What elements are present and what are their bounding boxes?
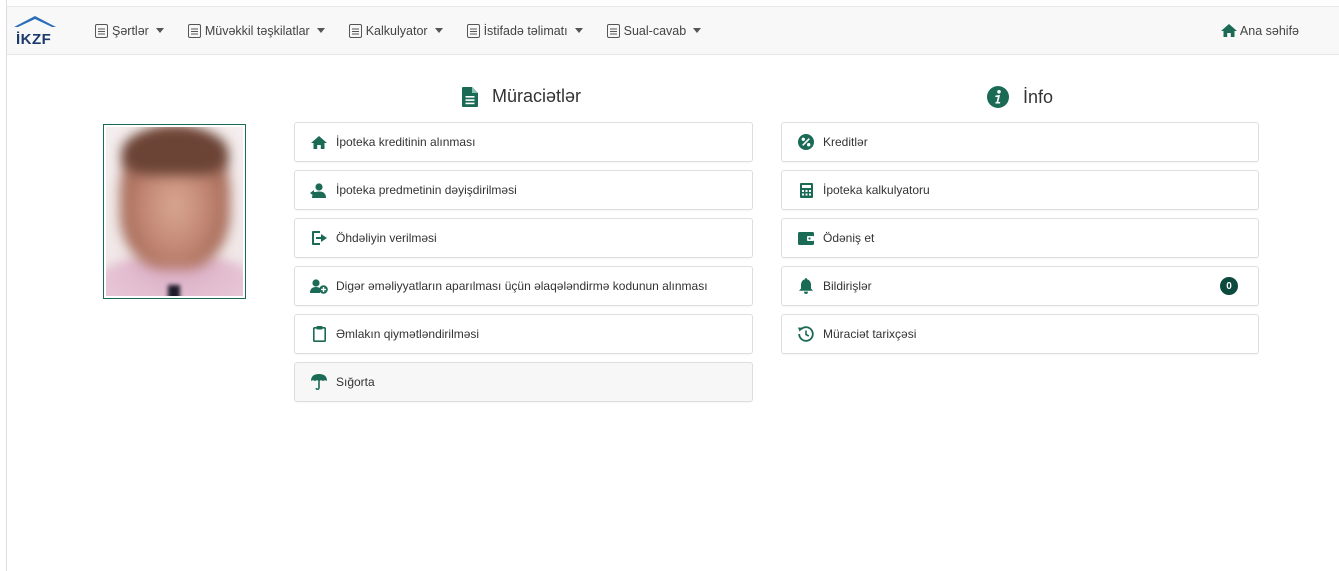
- list-item-odenis-et[interactable]: Ödəniş et: [781, 218, 1259, 258]
- list-item-label: Sığorta: [336, 375, 375, 389]
- document-icon: [348, 23, 362, 38]
- info-circle-icon: [987, 86, 1009, 108]
- document-icon: [466, 23, 480, 38]
- list-item-label: Öhdəliyin verilməsi: [336, 231, 437, 245]
- nav-item-muvekkil[interactable]: Müvəkkil təşkilatlar: [187, 7, 325, 54]
- nav-item-label: Kalkulyator: [365, 23, 428, 38]
- list-item-label: İpoteka predmetinin dəyişdirilməsi: [336, 183, 517, 197]
- list-item-sigorta[interactable]: Sığorta: [294, 362, 753, 402]
- sign-out-icon: [310, 230, 328, 246]
- list-item-muraciet-tarixcesi[interactable]: Müraciət tarixçəsi: [781, 314, 1259, 354]
- nav-item-label: İstifadə təlimatı: [483, 23, 568, 38]
- applications-heading: Müraciətlər: [462, 86, 581, 107]
- caret-down-icon: [574, 28, 583, 33]
- user-plus-icon: [310, 278, 328, 294]
- home-icon: [1220, 24, 1237, 37]
- list-item-label: Digər əməliyyatların aparılması üçün əla…: [336, 279, 708, 293]
- info-list: Kreditlər İpoteka kalkulyatoru Ödəniş et…: [781, 122, 1259, 362]
- list-item-kreditler[interactable]: Kreditlər: [781, 122, 1259, 162]
- profile-photo-image: [106, 127, 243, 296]
- list-item-ipoteka-krediti[interactable]: İpoteka kreditinin alınması: [294, 122, 753, 162]
- nav-item-kalkulyator[interactable]: Kalkulyator: [348, 7, 443, 54]
- file-text-icon: [462, 86, 478, 107]
- wallet-icon: [797, 230, 815, 246]
- nav-menu: Şərtlər Müvəkkil təşkilatlar Kalkulyator…: [95, 7, 725, 54]
- document-icon: [187, 23, 201, 38]
- caret-down-icon: [693, 28, 702, 33]
- nav-item-label: Şərtlər: [112, 23, 149, 38]
- caret-down-icon: [155, 28, 164, 33]
- home-icon: [310, 134, 328, 150]
- list-item-ipoteka-kalkulyatoru[interactable]: İpoteka kalkulyatoru: [781, 170, 1259, 210]
- nav-item-label: Sual-cavab: [623, 23, 687, 38]
- roof-icon: [14, 16, 56, 27]
- list-item-elaqelendirme-kodu[interactable]: Digər əməliyyatların aparılması üçün əla…: [294, 266, 753, 306]
- list-item-label: Bildirişlər: [823, 279, 872, 293]
- info-title: İnfo: [1023, 86, 1054, 107]
- home-link[interactable]: Ana səhifə: [1220, 7, 1299, 54]
- list-item-bildirisler[interactable]: Bildirişlər 0: [781, 266, 1259, 306]
- calculator-icon: [797, 182, 815, 198]
- caret-down-icon: [316, 28, 325, 33]
- nav-item-sual-cavab[interactable]: Sual-cavab: [606, 7, 702, 54]
- info-heading: İnfo: [987, 86, 1053, 108]
- logo-text: İKZF: [16, 31, 52, 48]
- history-icon: [797, 326, 815, 342]
- applications-title: Müraciətlər: [492, 86, 582, 106]
- clipboard-icon: [310, 326, 328, 342]
- percent-icon: [797, 134, 815, 150]
- ikzf-logo[interactable]: İKZF: [14, 13, 56, 51]
- nav-item-label: Müvəkkil təşkilatlar: [204, 23, 310, 38]
- profile-photo: [103, 124, 246, 299]
- applications-list: İpoteka kreditinin alınması İpoteka pred…: [294, 122, 753, 410]
- list-item-label: İpoteka kalkulyatoru: [823, 183, 930, 197]
- home-link-label: Ana səhifə: [1239, 23, 1299, 38]
- caret-down-icon: [434, 28, 443, 33]
- top-navbar: İKZF Şərtlər Müvəkkil təşkilatlar Kalkul…: [7, 7, 1339, 55]
- bell-icon: [797, 278, 815, 294]
- list-item-label: Müraciət tarixçəsi: [823, 327, 917, 341]
- nav-item-sertler[interactable]: Şərtlər: [95, 7, 164, 54]
- list-item-label: İpoteka kreditinin alınması: [336, 135, 476, 149]
- umbrella-icon: [310, 374, 328, 390]
- notification-count-badge: 0: [1220, 277, 1238, 295]
- window-border: [6, 0, 7, 571]
- user-swap-icon: [310, 182, 328, 198]
- list-item-label: Əmlakın qiymətləndirilməsi: [336, 327, 480, 341]
- list-item-label: Kreditlər: [823, 135, 868, 149]
- list-item-emlak-qiymetlendirilmesi[interactable]: Əmlakın qiymətləndirilməsi: [294, 314, 753, 354]
- nav-item-istifade[interactable]: İstifadə təlimatı: [466, 7, 583, 54]
- list-item-label: Ödəniş et: [823, 231, 875, 245]
- list-item-predmet-deyisdirilmesi[interactable]: İpoteka predmetinin dəyişdirilməsi: [294, 170, 753, 210]
- document-icon: [95, 23, 108, 38]
- document-icon: [606, 23, 620, 38]
- list-item-ohdeliyin-verilmesi[interactable]: Öhdəliyin verilməsi: [294, 218, 753, 258]
